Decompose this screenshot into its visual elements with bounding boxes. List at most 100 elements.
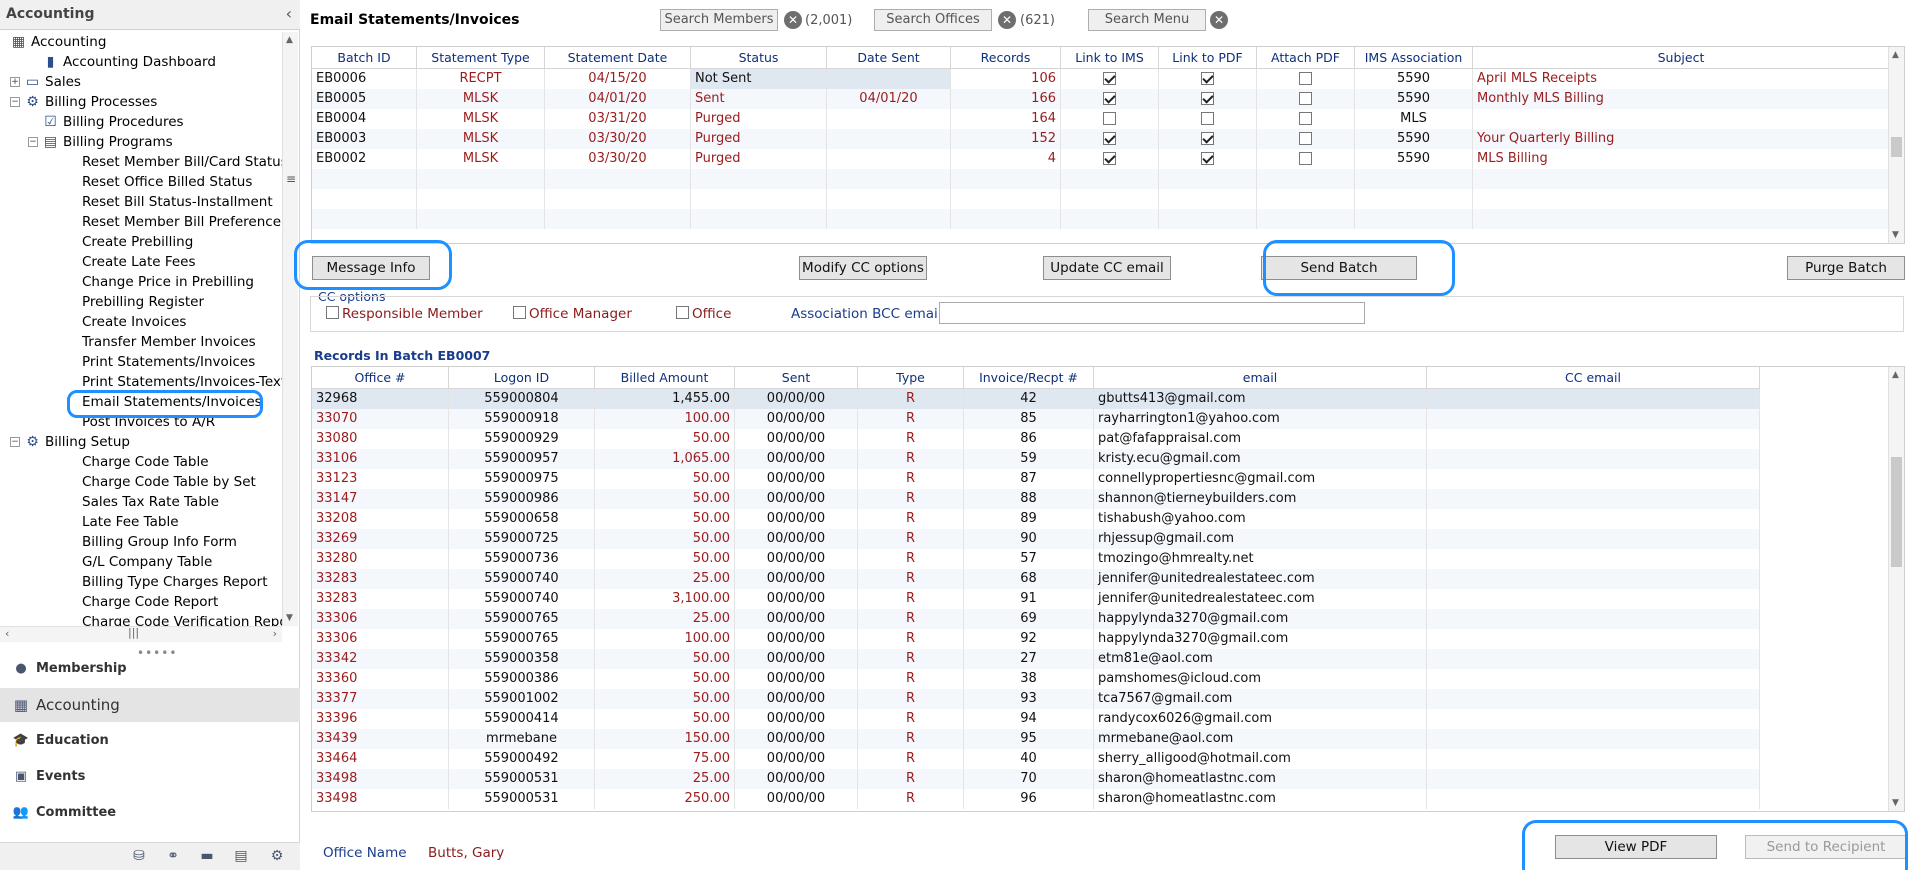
batch-cell-pdf[interactable] [1159,149,1257,169]
tree-item-change-price-in-prebilling[interactable]: Change Price in Prebilling [82,272,254,292]
batch-cell-pdf[interactable] [1159,169,1257,189]
batch-column-header[interactable]: Batch ID [312,47,417,69]
batch-cell-pdf[interactable] [1159,109,1257,129]
batch-column-header[interactable]: Statement Date [545,47,691,69]
responsible-member-checkbox[interactable] [326,306,339,319]
office-option[interactable]: Office [676,306,731,322]
batch-cell-pdf[interactable] [1159,89,1257,109]
record-row[interactable]: 33269 559000725 50.00 00/00/00 R 90 rhjessup@g… [312,529,1760,549]
collapse-icon[interactable]: − [10,437,20,447]
clear-offices-icon[interactable]: ✕ [998,11,1016,29]
batches-scrollbar[interactable]: ▲ ▼ [1888,47,1904,243]
record-row[interactable]: 33498 559000531 25.00 00/00/00 R 70 sharon@hom… [312,769,1760,789]
module-events[interactable]: ▣ Events [0,760,300,794]
purge-batch-button[interactable]: Purge Batch [1787,256,1905,280]
module-accounting[interactable]: ▦ Accounting [0,688,300,722]
link-checkbox[interactable] [1201,132,1214,145]
batch-cell-ims[interactable] [1061,69,1159,89]
briefcase-icon[interactable]: ▬ [198,848,216,866]
tree-item-reset-member-bill-card-status[interactable]: Reset Member Bill/Card Status [82,152,282,172]
scroll-down-icon[interactable]: ▼ [1892,798,1899,808]
tree-item-reset-bill-status-installment[interactable]: Reset Bill Status-Installment [82,192,273,212]
update-cc-email-button[interactable]: Update CC email [1043,256,1171,280]
batch-cell-attach[interactable] [1257,209,1355,229]
module-committee[interactable]: 👥 Committee [0,796,300,830]
link-checkbox[interactable] [1299,92,1312,105]
record-row[interactable]: 33306 559000765 100.00 00/00/00 R 92 happylynd… [312,629,1760,649]
collapse-icon[interactable]: − [10,97,20,107]
record-row[interactable]: 33123 559000975 50.00 00/00/00 R 87 connellypr… [312,469,1760,489]
scroll-thumb[interactable] [1891,457,1902,567]
tree-item-charge-code-table-by-set[interactable]: Charge Code Table by Set [82,472,256,492]
link-checkbox[interactable] [1201,152,1214,165]
batch-cell-attach[interactable] [1257,109,1355,129]
scroll-right-icon[interactable]: › [273,627,277,640]
batch-column-header[interactable]: Link to PDF [1159,47,1257,69]
record-row[interactable]: 33377 559001002 50.00 00/00/00 R 93 tca7567@gm… [312,689,1760,709]
tree-item-prebilling-register[interactable]: Prebilling Register [82,292,204,312]
link-checkbox[interactable] [1299,72,1312,85]
clear-menu-icon[interactable]: ✕ [1210,11,1228,29]
record-row[interactable]: 33439 mrmebane 150.00 00/00/00 R 95 mrmebane@a… [312,729,1760,749]
link-checkbox[interactable] [1103,152,1116,165]
batch-row[interactable]: EB0004 MLSK 03/31/20 Purged 164 MLS [312,109,1890,129]
scroll-up-icon[interactable]: ▲ [286,35,293,45]
scroll-down-icon[interactable]: ▼ [286,613,293,623]
record-column-header[interactable]: Type [858,367,964,389]
record-column-header[interactable]: Office # [312,367,449,389]
batch-cell-ims[interactable] [1061,129,1159,149]
collapse-sidebar-icon[interactable]: ‹ [286,4,292,23]
batch-cell-ims[interactable] [1061,189,1159,209]
batch-cell-attach[interactable] [1257,89,1355,109]
record-row[interactable]: 33498 559000531 250.00 00/00/00 R 96 sharon@ho… [312,789,1760,809]
record-row[interactable]: 33106 559000957 1,065.00 00/00/00 R 59 kristy.… [312,449,1760,469]
scroll-up-icon[interactable]: ▲ [1892,50,1899,60]
batch-cell-attach[interactable] [1257,169,1355,189]
record-column-header[interactable]: Invoice/Recpt # [964,367,1094,389]
tree-item-billing-procedures[interactable]: ☑ Billing Procedures [28,112,183,132]
batch-column-header[interactable]: Records [951,47,1061,69]
tree-item-billing-group-info-form[interactable]: Billing Group Info Form [82,532,237,552]
office-manager-option[interactable]: Office Manager [513,306,632,322]
bcc-email-input[interactable] [939,302,1365,324]
batch-column-header[interactable]: Subject [1473,47,1890,69]
link-checkbox[interactable] [1299,132,1312,145]
tree-item-billing-programs[interactable]: − ▤ Billing Programs [28,132,173,152]
tree-item-reset-member-bill-preference[interactable]: Reset Member Bill Preference [82,212,281,232]
collapse-icon[interactable]: − [28,137,38,147]
batch-cell-pdf[interactable] [1159,129,1257,149]
scroll-up-icon[interactable]: ▲ [1892,370,1899,380]
tree-item-create-invoices[interactable]: Create Invoices [82,312,186,332]
link-checkbox[interactable] [1103,92,1116,105]
batch-cell-attach[interactable] [1257,129,1355,149]
tree-item-print-statements-invoices[interactable]: Print Statements/Invoices [82,352,255,372]
batch-cell-pdf[interactable] [1159,189,1257,209]
tree-item-charge-code-table[interactable]: Charge Code Table [82,452,209,472]
record-row[interactable]: 32968 559000804 1,455.00 00/00/00 R 42 gbutts4… [312,389,1760,409]
record-row[interactable]: 33306 559000765 25.00 00/00/00 R 69 happylynda… [312,609,1760,629]
batch-column-header[interactable]: Attach PDF [1257,47,1355,69]
scroll-grip-icon[interactable]: ||| [128,626,139,639]
search-menu-button[interactable]: Search Menu [1088,9,1206,31]
tree-item-g-l-company-table[interactable]: G/L Company Table [82,552,212,572]
office-manager-checkbox[interactable] [513,306,526,319]
batch-cell-ims[interactable] [1061,209,1159,229]
link-checkbox[interactable] [1103,112,1116,125]
record-row[interactable]: 33464 559000492 75.00 00/00/00 R 40 sherry_all… [312,749,1760,769]
tree-item-late-fee-table[interactable]: Late Fee Table [82,512,179,532]
tree-item-billing-type-charges-report[interactable]: Billing Type Charges Report [82,572,268,592]
record-row[interactable]: 33342 559000358 50.00 00/00/00 R 27 etm81e@aol… [312,649,1760,669]
batch-cell-pdf[interactable] [1159,69,1257,89]
record-column-header[interactable]: Billed Amount [595,367,735,389]
batch-row[interactable]: EB0003 MLSK 03/30/20 Purged 152 5590 Your Quar… [312,129,1890,149]
batch-row[interactable]: EB0006 RECPT 04/15/20 Not Sent 106 5590 April … [312,69,1890,89]
tree-item-reset-office-billed-status[interactable]: Reset Office Billed Status [82,172,252,192]
record-column-header[interactable]: Logon ID [449,367,595,389]
batch-row[interactable] [312,189,1890,209]
record-column-header[interactable]: Sent [735,367,858,389]
link-checkbox[interactable] [1201,72,1214,85]
tree-item-accounting[interactable]: ▦ Accounting [10,32,107,52]
batch-cell-ims[interactable] [1061,109,1159,129]
clear-members-icon[interactable]: ✕ [784,11,802,29]
link-checkbox[interactable] [1201,112,1214,125]
